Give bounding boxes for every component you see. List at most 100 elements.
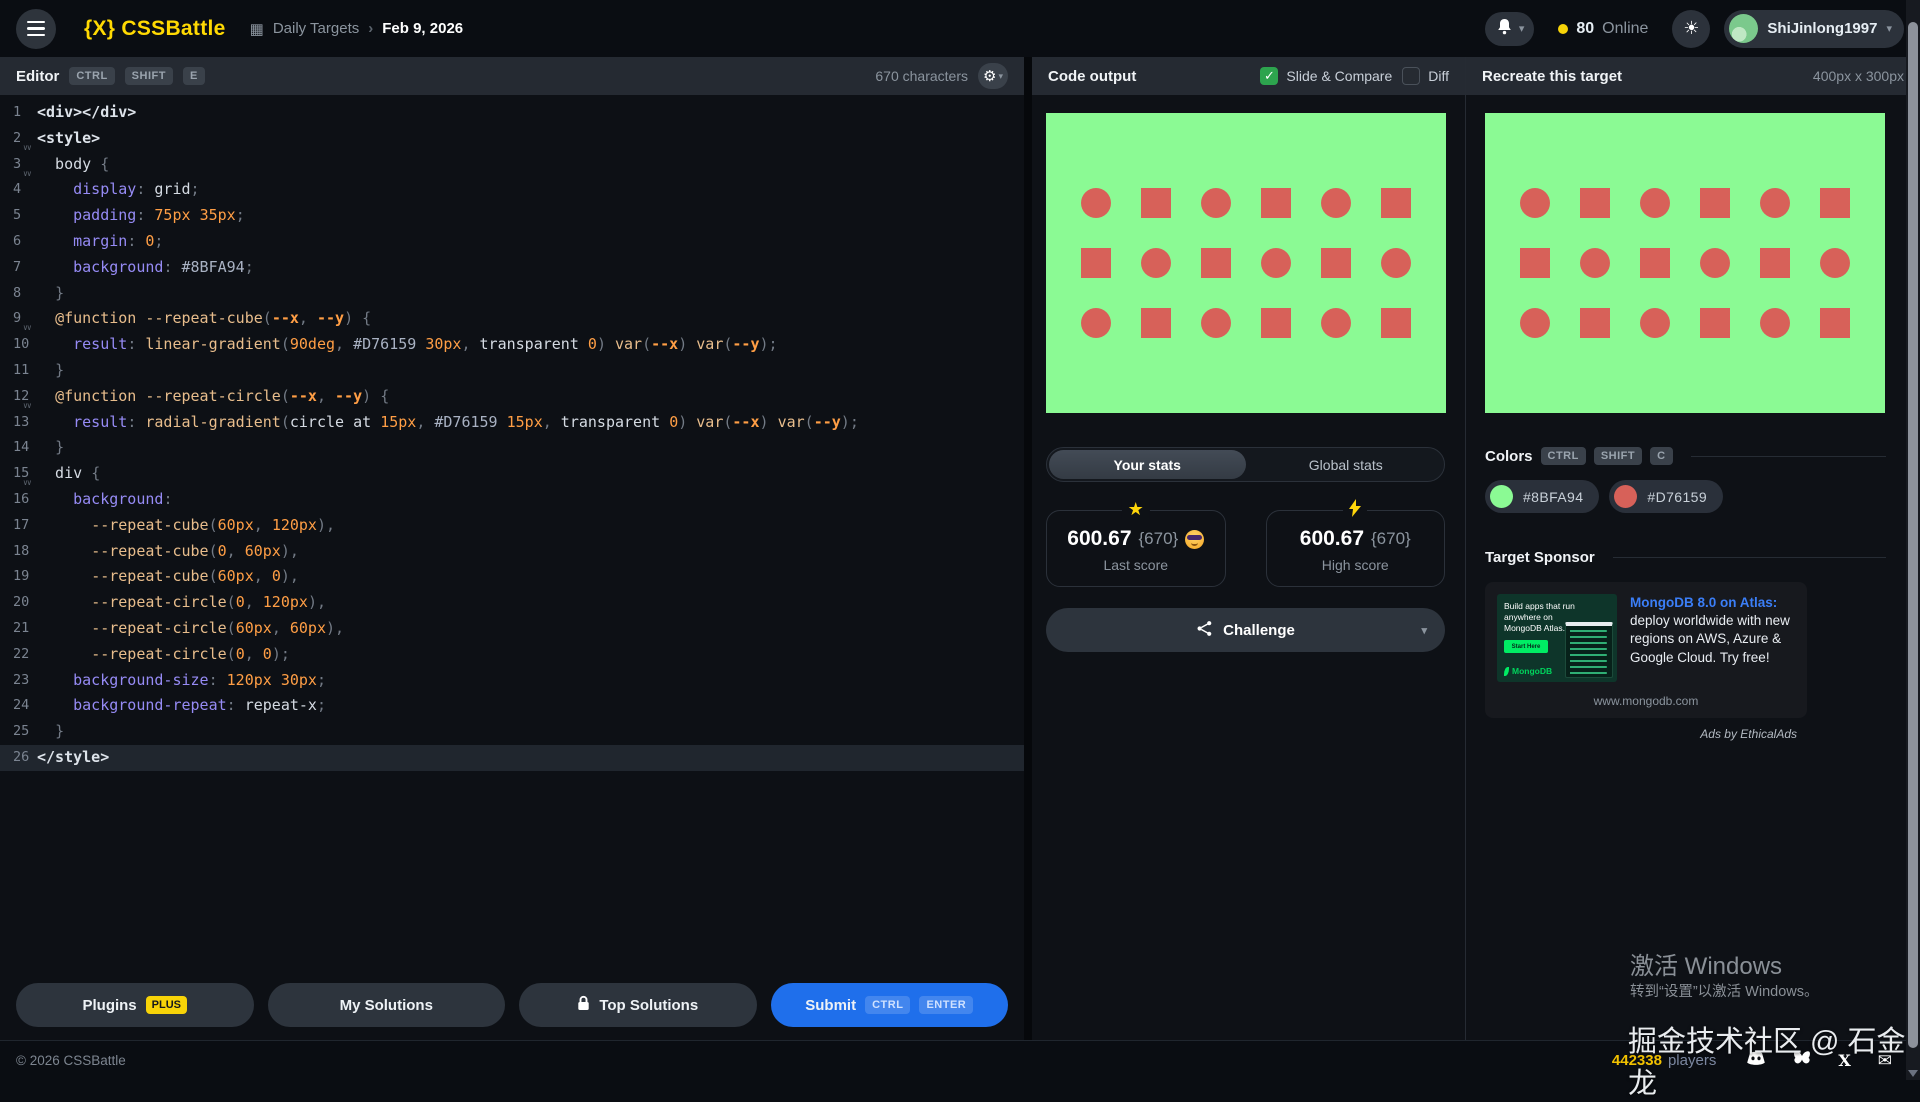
key-chip-shift: SHIFT [1594, 447, 1642, 465]
slide-compare-checkbox[interactable]: ✓ Slide & Compare [1260, 67, 1392, 85]
key-chip-ctrl: CTRL [865, 996, 910, 1014]
code-line[interactable]: 20 --repeat-circle(0, 120px), [0, 590, 1024, 616]
online-dot [1558, 24, 1568, 34]
colors-section-header: Colors CTRL SHIFT C [1485, 447, 1886, 465]
calendar-icon: ▦ [250, 20, 264, 38]
user-menu[interactable]: ShiJinlong1997 ▾ [1724, 10, 1904, 48]
code-line[interactable]: 24 background-repeat: repeat-x; [0, 693, 1024, 719]
scroll-down-arrow-icon[interactable] [1908, 1070, 1918, 1077]
target-image[interactable] [1485, 113, 1885, 413]
line-number: 18 [13, 539, 29, 565]
circle-shape [1820, 248, 1850, 278]
code-line[interactable]: 12∨∨ @function --repeat-circle(--x, --y)… [0, 384, 1024, 410]
checkbox-checked-icon[interactable]: ✓ [1260, 67, 1278, 85]
chevron-down-icon: ▾ [1519, 22, 1525, 35]
square-shape [1700, 188, 1730, 218]
code-line[interactable]: 13 result: radial-gradient(circle at 15p… [0, 410, 1024, 436]
line-number: 8 [13, 281, 21, 307]
diff-checkbox[interactable]: Diff [1402, 67, 1449, 85]
line-number: 22 [13, 642, 29, 668]
code-line[interactable]: 8 } [0, 281, 1024, 307]
code-line[interactable]: 19 --repeat-cube(60px, 0), [0, 564, 1024, 590]
square-shape [1640, 248, 1670, 278]
x-twitter-icon[interactable]: X [1838, 1051, 1850, 1070]
checkbox-unchecked-icon[interactable] [1402, 67, 1420, 85]
editor-title: Editor [16, 68, 59, 85]
footer: © 2026 CSSBattle 442338 players X ✉ [0, 1040, 1920, 1080]
challenge-button[interactable]: Challenge ▾ [1046, 608, 1445, 652]
site-logo[interactable]: {X} CSSBattle [84, 17, 226, 41]
code-line[interactable]: 6 margin: 0; [0, 229, 1024, 255]
code-line[interactable]: 10 result: linear-gradient(90deg, #D7615… [0, 332, 1024, 358]
mail-icon[interactable]: ✉ [1878, 1051, 1892, 1071]
line-number: 17 [13, 513, 29, 539]
line-number: 26 [13, 745, 29, 771]
square-shape [1381, 308, 1411, 338]
code-editor[interactable]: 1<div></div>2∨∨<style>3∨∨ body {4 displa… [0, 95, 1024, 970]
square-shape [1141, 188, 1171, 218]
red-color-hex: #D76159 [1647, 489, 1707, 505]
panel-divider [1024, 57, 1032, 1040]
color-swatch-green[interactable]: #8BFA94 [1485, 480, 1599, 513]
line-number: 20 [13, 590, 29, 616]
last-score-value: 600.67 [1067, 527, 1131, 551]
code-line[interactable]: 22 --repeat-circle(0, 0); [0, 642, 1024, 668]
breadcrumb-separator: › [368, 20, 373, 37]
players-count: 442338 players [1612, 1052, 1716, 1069]
username: ShiJinlong1997 [1767, 20, 1877, 37]
copyright: © 2026 CSSBattle [16, 1053, 126, 1068]
high-score-value: 600.67 [1300, 527, 1364, 551]
players-number: 442338 [1612, 1052, 1662, 1069]
code-line[interactable]: 21 --repeat-circle(60px, 60px), [0, 616, 1024, 642]
code-line[interactable]: 15∨∨ div { [0, 461, 1024, 487]
theme-toggle-button[interactable]: ☀ [1672, 10, 1710, 48]
code-output-image[interactable] [1046, 113, 1446, 413]
notifications-button[interactable]: ▾ [1485, 12, 1535, 46]
submit-button[interactable]: Submit CTRL ENTER [771, 983, 1009, 1027]
code-line[interactable]: 14 } [0, 435, 1024, 461]
top-header: {X} CSSBattle ▦ Daily Targets › Feb 9, 2… [0, 0, 1920, 57]
butterfly-icon[interactable] [1793, 1050, 1811, 1071]
code-line[interactable]: 16 background: [0, 487, 1024, 513]
output-header: Code output ✓ Slide & Compare Diff [1032, 57, 1465, 95]
my-solutions-button[interactable]: My Solutions [268, 983, 506, 1027]
editor-settings-button[interactable]: ⚙ ▾ [978, 63, 1008, 89]
code-line[interactable]: 4 display: grid; [0, 177, 1024, 203]
green-color-dot [1490, 485, 1513, 508]
code-line[interactable]: 18 --repeat-cube(0, 60px), [0, 539, 1024, 565]
challenge-label: Challenge [1223, 622, 1295, 639]
code-line[interactable]: 9∨∨ @function --repeat-cube(--x, --y) { [0, 306, 1024, 332]
page-scrollbar[interactable] [1906, 0, 1920, 1080]
square-shape [1580, 188, 1610, 218]
code-line[interactable]: 3∨∨ body { [0, 152, 1024, 178]
line-number: 3 [13, 152, 21, 178]
plugins-button[interactable]: Plugins PLUS [16, 983, 254, 1027]
code-line[interactable]: 25 } [0, 719, 1024, 745]
code-line[interactable]: 5 padding: 75px 35px; [0, 203, 1024, 229]
square-shape [1760, 248, 1790, 278]
code-line[interactable]: 7 background: #8BFA94; [0, 255, 1024, 281]
color-swatch-red[interactable]: #D76159 [1609, 480, 1723, 513]
players-label: players [1668, 1052, 1716, 1069]
tab-global-stats[interactable]: Global stats [1248, 448, 1445, 481]
square-shape [1381, 188, 1411, 218]
tab-your-stats[interactable]: Your stats [1049, 450, 1246, 479]
code-line[interactable]: 1<div></div> [0, 100, 1024, 126]
ad-headline[interactable]: MongoDB 8.0 on Atlas: [1630, 595, 1777, 610]
code-line[interactable]: 2∨∨<style> [0, 126, 1024, 152]
top-solutions-button[interactable]: Top Solutions [519, 983, 757, 1027]
code-line[interactable]: 11 } [0, 358, 1024, 384]
code-line[interactable]: 26</style> [0, 745, 1024, 771]
sun-icon: ☀ [1683, 18, 1699, 39]
square-shape [1261, 188, 1291, 218]
menu-icon[interactable] [16, 9, 56, 49]
code-line[interactable]: 17 --repeat-cube(60px, 120px), [0, 513, 1024, 539]
target-title: Recreate this target [1482, 68, 1622, 85]
sponsor-ad[interactable]: Build apps that run anywhere on MongoDB … [1485, 582, 1807, 718]
circle-shape [1141, 248, 1171, 278]
ad-code-window [1565, 622, 1613, 678]
code-line[interactable]: 23 background-size: 120px 30px; [0, 668, 1024, 694]
discord-icon[interactable] [1746, 1051, 1766, 1071]
breadcrumb-section[interactable]: Daily Targets [273, 20, 359, 37]
scrollbar-thumb[interactable] [1908, 22, 1918, 1048]
